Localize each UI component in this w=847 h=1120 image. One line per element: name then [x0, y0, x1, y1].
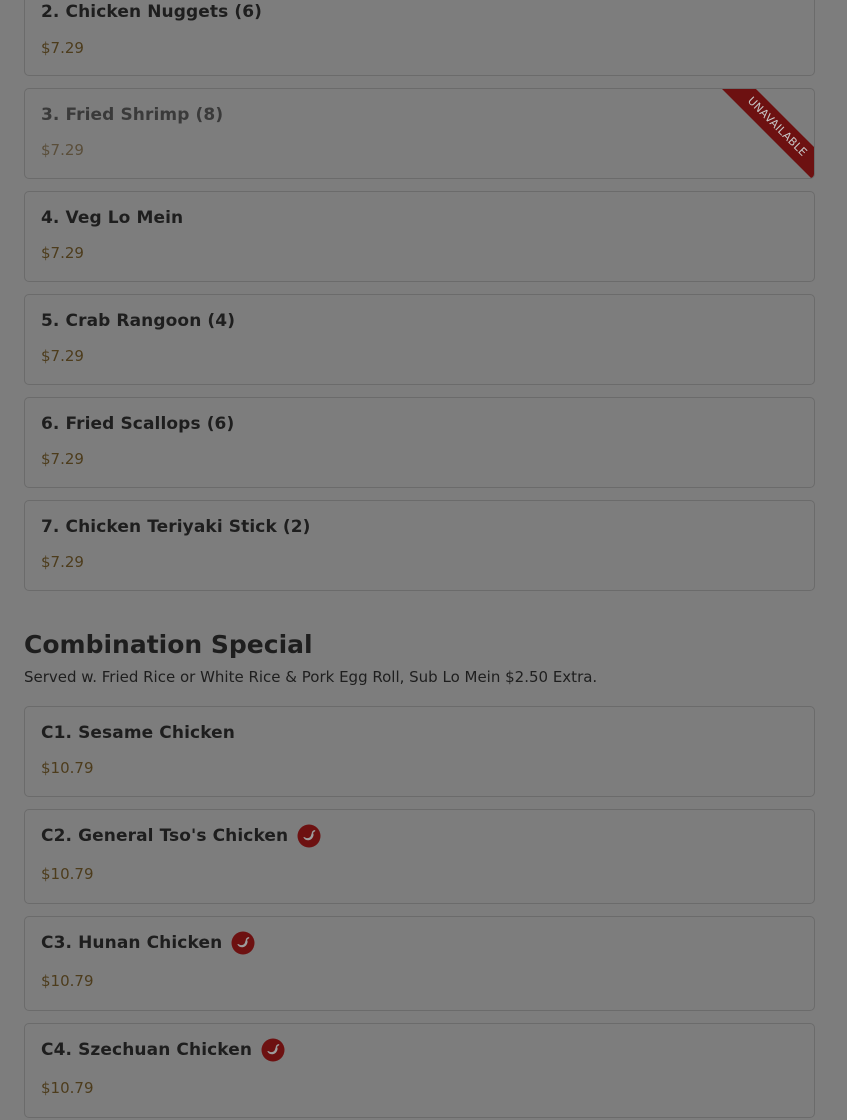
menu-item-card[interactable]: 4. Veg Lo Mein $7.29 [24, 191, 815, 282]
unavailable-badge: UNAVAILABLE [718, 89, 814, 178]
menu-item-card[interactable]: C1. Sesame Chicken $10.79 [24, 706, 815, 797]
menu-item-price: $10.79 [41, 759, 94, 777]
section-title: Combination Special [24, 630, 313, 659]
unavailable-ribbon: UNAVAILABLE [718, 89, 814, 178]
menu-item-name: 5. Crab Rangoon (4) [41, 311, 236, 331]
menu-item-name: 7. Chicken Teriyaki Stick (2) [41, 517, 311, 537]
menu-item-card[interactable]: 6. Fried Scallops (6) $7.29 [24, 397, 815, 488]
menu-item-name-row: C2. General Tso's Chicken [41, 824, 321, 848]
menu-item-price: $10.79 [41, 1079, 94, 1097]
menu-item-name: C1. Sesame Chicken [41, 723, 235, 743]
menu-item-price: $7.29 [41, 347, 84, 365]
menu-item-card[interactable]: 5. Crab Rangoon (4) $7.29 [24, 294, 815, 385]
menu-item-name: 4. Veg Lo Mein [41, 208, 184, 228]
menu-item-name-row: C4. Szechuan Chicken [41, 1038, 285, 1062]
menu-item-name: 3. Fried Shrimp (8) [41, 105, 224, 125]
menu-item-price: $7.29 [41, 244, 84, 262]
chili-pepper-icon [297, 824, 321, 848]
menu-item-name: C2. General Tso's Chicken [41, 826, 289, 846]
menu-item-price: $7.29 [41, 450, 84, 468]
menu-item-price: $7.29 [41, 141, 84, 159]
menu-item-card[interactable]: 7. Chicken Teriyaki Stick (2) $7.29 [24, 500, 815, 591]
menu-item-name: C3. Hunan Chicken [41, 933, 223, 953]
menu-item-card[interactable]: C2. General Tso's Chicken $10.79 [24, 809, 815, 904]
menu-item-card-unavailable[interactable]: 3. Fried Shrimp (8) $7.29 UNAVAILABLE [24, 88, 815, 179]
menu-item-name: 6. Fried Scallops (6) [41, 414, 235, 434]
menu-item-card[interactable]: C3. Hunan Chicken $10.79 [24, 916, 815, 1011]
menu-item-price: $10.79 [41, 865, 94, 883]
chili-pepper-icon [261, 1038, 285, 1062]
menu-item-name: C4. Szechuan Chicken [41, 1040, 253, 1060]
menu-item-card[interactable]: 2. Chicken Nuggets (6) $7.29 [24, 0, 815, 76]
menu-item-name: 2. Chicken Nuggets (6) [41, 2, 263, 22]
menu-item-card[interactable]: C4. Szechuan Chicken $10.79 [24, 1023, 815, 1118]
section-description: Served w. Fried Rice or White Rice & Por… [24, 668, 598, 686]
menu-item-price: $10.79 [41, 972, 94, 990]
menu-item-price: $7.29 [41, 553, 84, 571]
menu-item-price: $7.29 [41, 39, 84, 57]
menu-item-name-row: C3. Hunan Chicken [41, 931, 255, 955]
chili-pepper-icon [231, 931, 255, 955]
